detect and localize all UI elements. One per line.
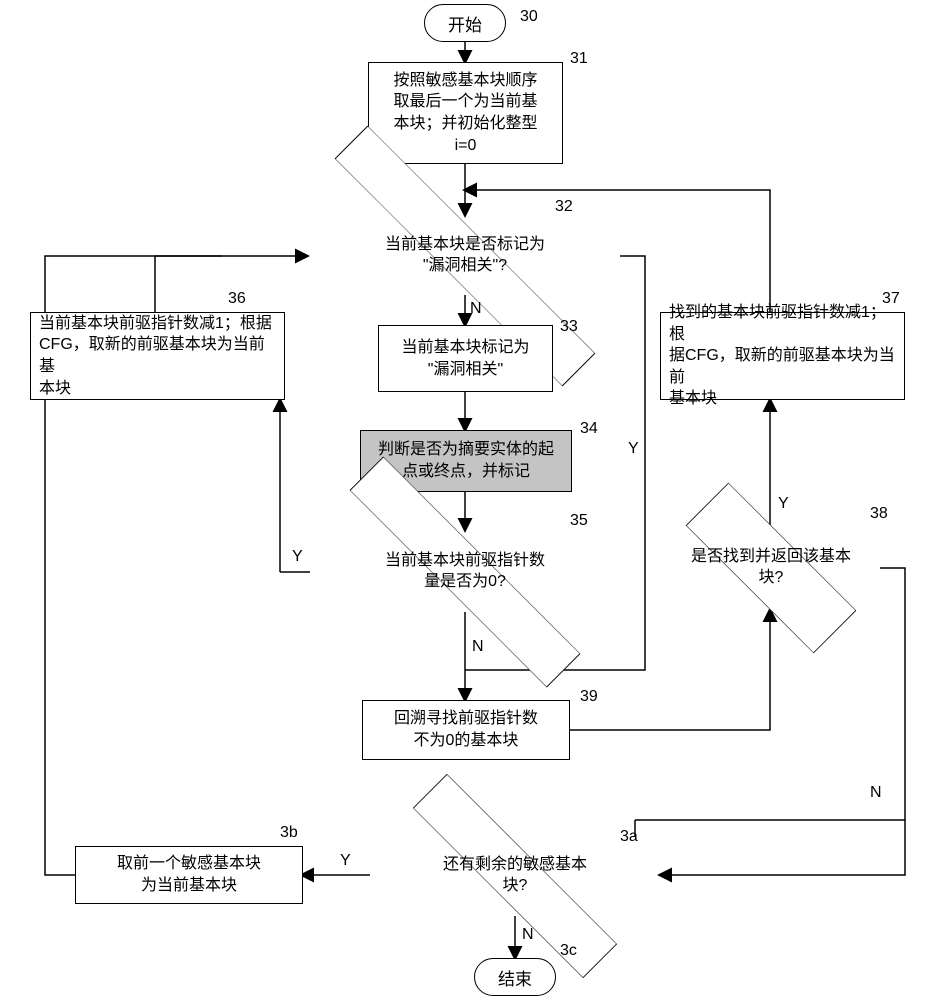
label-30: 30 bbox=[520, 8, 538, 26]
decision-3a-text: 还有剩余的敏感基本 块? bbox=[370, 826, 660, 926]
edge-label-35-N: N bbox=[472, 638, 484, 656]
label-38: 38 bbox=[870, 505, 888, 523]
label-31: 31 bbox=[570, 50, 588, 68]
process-37-text: 找到的基本块前驱指针数减1；根 据CFG，取新的前驱基本块为当前 基本块 bbox=[669, 302, 896, 410]
decision-3a: 还有剩余的敏感基本 块? bbox=[370, 826, 660, 926]
label-32: 32 bbox=[555, 198, 573, 216]
process-37: 找到的基本块前驱指针数减1；根 据CFG，取新的前驱基本块为当前 基本块 bbox=[660, 312, 905, 400]
terminator-end: 结束 bbox=[474, 958, 556, 996]
terminator-start: 开始 bbox=[424, 4, 506, 42]
decision-35-text: 当前基本块前驱指针数 量是否为0? bbox=[310, 518, 620, 626]
label-36: 36 bbox=[228, 290, 246, 308]
edge-label-32-Y: Y bbox=[628, 440, 639, 458]
process-34-text: 判断是否为摘要实体的起 点或终点，并标记 bbox=[378, 439, 554, 482]
flowchart-canvas: 开始 30 按照敏感基本块顺序 取最后一个为当前基 本块；并初始化整型 i=0 … bbox=[0, 0, 925, 1000]
end-text: 结束 bbox=[498, 965, 532, 990]
decision-35: 当前基本块前驱指针数 量是否为0? bbox=[310, 518, 620, 626]
process-3b: 取前一个敏感基本块 为当前基本块 bbox=[75, 846, 303, 904]
process-3b-text: 取前一个敏感基本块 为当前基本块 bbox=[117, 853, 261, 896]
label-3a: 3a bbox=[620, 828, 638, 846]
process-33-text: 当前基本块标记为 "漏洞相关" bbox=[401, 337, 529, 380]
label-34: 34 bbox=[580, 420, 598, 438]
edge-label-3a-N: N bbox=[522, 926, 534, 944]
edge-label-3a-Y: Y bbox=[340, 852, 351, 870]
decision-38-text: 是否找到并返回该基本 块? bbox=[662, 510, 880, 626]
label-37: 37 bbox=[882, 290, 900, 308]
process-33: 当前基本块标记为 "漏洞相关" bbox=[378, 325, 553, 392]
process-39: 回溯寻找前驱指针数 不为0的基本块 bbox=[362, 700, 570, 760]
process-36-text: 当前基本块前驱指针数减1；根据 CFG，取新的前驱基本块为当前基 本块 bbox=[39, 313, 276, 399]
decision-32-text: 当前基本块是否标记为 "漏洞相关"? bbox=[307, 198, 623, 314]
edge-label-38-N: N bbox=[870, 784, 882, 802]
edge-label-38-Y: Y bbox=[778, 495, 789, 513]
label-3c: 3c bbox=[560, 942, 577, 960]
edge-label-32-N: N bbox=[470, 300, 482, 318]
label-33: 33 bbox=[560, 318, 578, 336]
label-39: 39 bbox=[580, 688, 598, 706]
process-36: 当前基本块前驱指针数减1；根据 CFG，取新的前驱基本块为当前基 本块 bbox=[30, 312, 285, 400]
start-text: 开始 bbox=[448, 11, 482, 36]
process-39-text: 回溯寻找前驱指针数 不为0的基本块 bbox=[394, 708, 538, 751]
process-31: 按照敏感基本块顺序 取最后一个为当前基 本块；并初始化整型 i=0 bbox=[368, 62, 563, 164]
label-35: 35 bbox=[570, 512, 588, 530]
edge-label-35-Y: Y bbox=[292, 548, 303, 566]
decision-32: 当前基本块是否标记为 "漏洞相关"? bbox=[307, 198, 623, 314]
decision-38: 是否找到并返回该基本 块? bbox=[662, 510, 880, 626]
label-3b: 3b bbox=[280, 824, 298, 842]
process-31-text: 按照敏感基本块顺序 取最后一个为当前基 本块；并初始化整型 i=0 bbox=[393, 70, 537, 156]
